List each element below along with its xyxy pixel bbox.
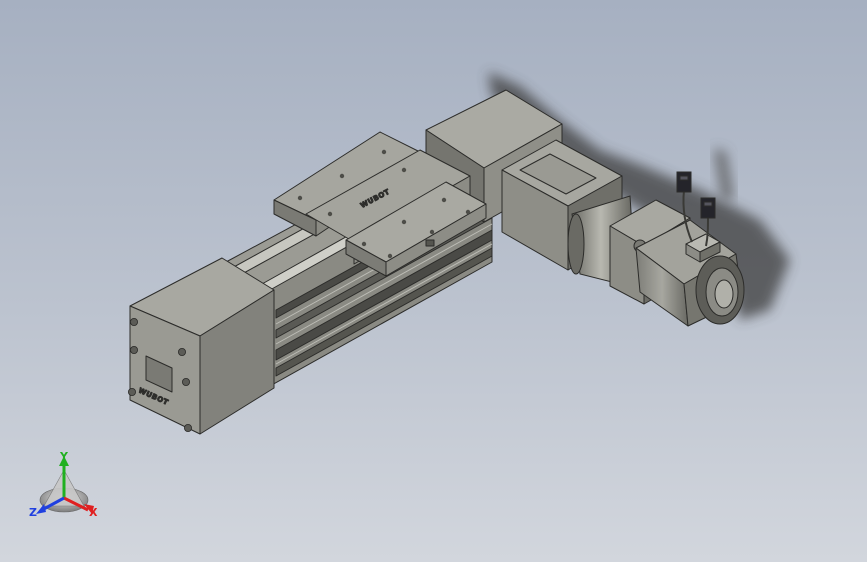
front-end-cap: WUBOT (129, 257, 275, 435)
x-axis-label: X (89, 506, 98, 519)
linear-actuator-model: WUBOT WUBOT Y X Z (29, 72, 790, 519)
cad-viewport[interactable]: WUBOT WUBOT Y X Z (0, 0, 867, 562)
z-axis-label: Z (29, 506, 37, 519)
y-axis-label: Y (59, 450, 69, 463)
coordinate-triad: Y X Z (29, 450, 98, 519)
